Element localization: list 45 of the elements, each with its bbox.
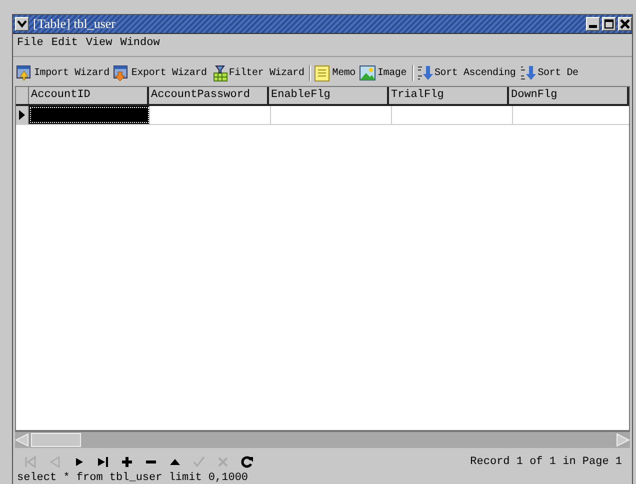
scroll-thumb[interactable]: [31, 433, 81, 447]
filter-grid-icon: [210, 64, 228, 82]
sort-arrow-icon: [416, 64, 434, 82]
plus-icon: [120, 455, 134, 469]
note-icon: [314, 64, 332, 82]
toolbar-button[interactable]: Filter Wizard: [210, 64, 308, 82]
cross-icon: [216, 455, 230, 469]
window-menu-button[interactable]: [15, 17, 29, 31]
column-header[interactable]: EnableFlg: [269, 87, 389, 104]
menu-item[interactable]: View: [86, 37, 112, 53]
menu-item[interactable]: Edit: [51, 37, 78, 53]
close-icon: [620, 19, 630, 29]
toolbar-button[interactable]: Sort De: [518, 64, 582, 82]
menu-item[interactable]: Window: [120, 37, 160, 53]
column-header[interactable]: AccountID: [29, 87, 149, 104]
column-header[interactable]: TrialFlg: [389, 87, 509, 104]
toolbar-button[interactable]: Image: [358, 64, 410, 82]
record-status: Record 1 of 1 in Page 1: [470, 456, 623, 468]
import-icon: [16, 64, 33, 82]
chevron-down-icon: [17, 20, 27, 28]
scroll-left-icon: [15, 433, 29, 447]
first-record-icon: [24, 455, 38, 469]
toolbar-button[interactable]: Import Wizard: [15, 64, 112, 82]
toolbar-button[interactable]: Export Wizard: [112, 64, 210, 82]
menu-item[interactable]: File: [17, 37, 44, 53]
maximize-button[interactable]: [602, 17, 616, 31]
minimize-button[interactable]: [586, 17, 600, 31]
refresh-icon: [240, 455, 254, 469]
current-cell[interactable]: [29, 106, 150, 124]
horizontal-scrollbar[interactable]: [15, 431, 630, 448]
close-button[interactable]: [618, 17, 632, 31]
scroll-right-icon: [616, 433, 630, 447]
sql-query: select * from tbl_user limit 0,1000: [16, 472, 250, 484]
picture-icon: [359, 64, 376, 82]
checkmark-icon: [192, 455, 206, 469]
last-record-icon: [96, 455, 110, 469]
toolbar-button[interactable]: Memo: [313, 64, 358, 82]
sort-arrow-icon: [520, 64, 537, 82]
toolbar-button[interactable]: Sort Ascending: [416, 64, 519, 82]
window-title: [Table] tbl_user: [32, 16, 116, 32]
maximize-icon: [604, 19, 614, 29]
column-header[interactable]: AccountPassword: [149, 87, 269, 104]
column-header[interactable]: DownFlg: [509, 87, 629, 104]
previous-icon: [48, 455, 62, 469]
export-icon: [113, 64, 130, 82]
